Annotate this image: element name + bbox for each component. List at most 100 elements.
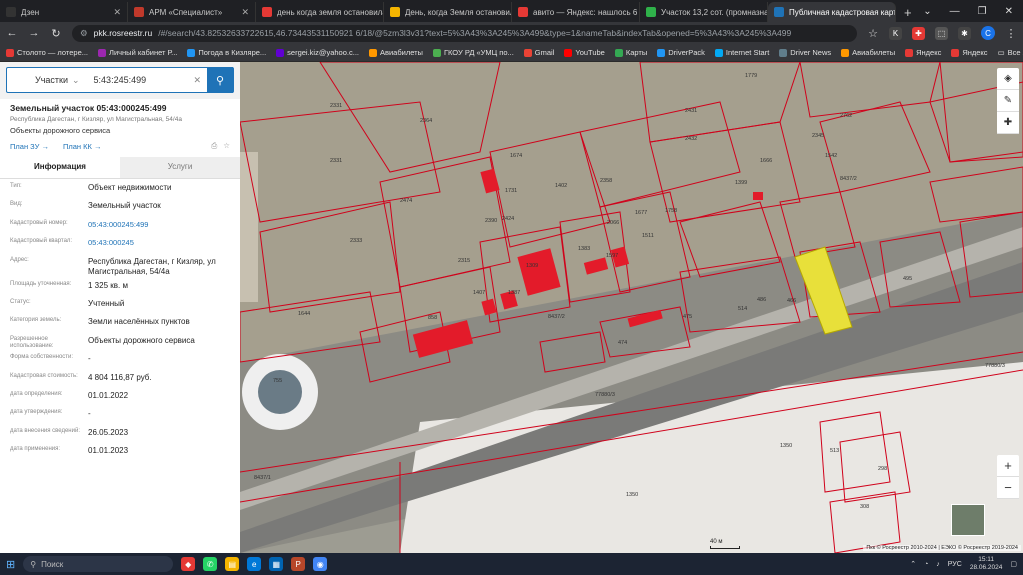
close-icon[interactable]: ✕ [1005,6,1013,17]
layers-icon[interactable]: ◈ [997,68,1019,90]
bookmark-item[interactable]: sergei.kiz@yahoo.c... [276,48,359,57]
parcel-number-label: 2364 [420,118,432,124]
extension-icon[interactable]: ⬚ [935,26,948,40]
bookmark-item[interactable]: Авиабилеты [368,48,423,57]
bookmarks-bar: Столото — лотере... Личный кабинет Р... По… [0,44,1023,62]
bookmark-item[interactable]: Личный кабинет Р... [98,48,177,57]
browser-tab[interactable]: авито — Яндекс: нашлось 6 тыс.✕ [512,2,640,22]
ruler-icon[interactable]: ✎ [997,90,1019,112]
bookmark-item[interactable]: Driver News [779,48,831,57]
property-value-link[interactable]: 05:43:000245 [88,238,228,248]
parcel-number-label: 514 [738,306,747,312]
browser-tab[interactable]: Публичная кадастровая карта✕ [768,2,896,22]
chevron-up-icon[interactable]: ⌃ [910,560,916,568]
bookmark-item[interactable]: Авиабилеты [841,48,895,57]
minimize-icon[interactable]: — [950,6,960,17]
bookmark-favicon-icon [951,48,960,57]
clock[interactable]: 15:11 28.06.2024 [970,556,1003,572]
search-icon: ⚲ [30,559,37,569]
bookmark-label: Driver News [790,48,832,57]
bookmark-item[interactable]: Погода в Кизляре... [187,48,266,57]
reload-icon[interactable]: ↻ [50,27,62,40]
chrome-icon[interactable]: ◉ [313,557,328,571]
new-tab-button[interactable]: + [896,2,920,22]
tab-services[interactable]: Услуги [120,157,240,178]
whatsapp-icon[interactable]: ✆ [203,557,218,571]
property-value-link[interactable]: 05:43:000245:499 [88,220,228,230]
menu-icon[interactable]: ⋮ [1005,27,1017,40]
tab-favicon-icon [262,7,272,17]
property-value: 4 804 116,87 руб. [88,372,152,382]
browser-tab[interactable]: Участок 13,2 сот. (промназнач.)✕ [640,2,768,22]
map-toolbar: ◈ ✎ ✚ [997,68,1019,134]
bookmark-label: Gmail [534,48,555,57]
search-button[interactable]: ⚲ [207,67,233,93]
zoom-in-button[interactable]: + [997,455,1019,477]
folder-icon[interactable]: ▤ [225,557,240,571]
extensions-puzzle-icon[interactable]: ✱ [958,26,971,40]
print-icon[interactable]: ⎙ [211,141,217,151]
bookmark-item[interactable]: Internet Start [714,48,769,57]
zoom-out-button[interactable]: − [997,477,1019,499]
tab-close-icon[interactable]: ✕ [241,7,249,18]
bookmark-item[interactable]: Карты [614,48,647,57]
tab-information[interactable]: Информация [0,157,120,178]
bookmark-favicon-icon [187,48,196,57]
property-value: 1 325 кв. м [88,280,128,290]
tab-title: Участок 13,2 сот. (промназнач.) [661,7,768,17]
extension-icon[interactable]: K [889,26,902,40]
browser-tab[interactable]: АРМ «Специалист» ✕ [128,2,256,22]
parcel-number-label: 1407 [473,290,485,296]
language-indicator[interactable]: РУС [948,561,962,568]
bookmark-item[interactable]: Столото — лотере... [6,48,88,57]
url-bar[interactable]: ⚙ pkk.rosreestr.ru /#/search/43.82532633… [72,24,857,42]
search-type-select[interactable]: Участки ⌄ [7,75,88,86]
map-canvas[interactable]: 2331 2364 2331 2474 2333 1674 1731 2424 2390 1402… [240,62,1023,553]
bookmark-item[interactable]: Яндекс [951,48,988,57]
plan-kk-link[interactable]: План КК → [63,142,102,151]
volume-icon[interactable]: ♪ [936,561,940,568]
bookmark-item[interactable]: YouTube [564,48,605,57]
app-icon[interactable]: P [291,557,306,571]
browser-tab[interactable]: день когда земля остановилась✕ [256,2,384,22]
bookmark-item[interactable]: ГКОУ РД «УМЦ по... [432,48,514,57]
edge-icon[interactable]: e [247,557,262,571]
parcel-number-label: 2315 [458,258,470,264]
bookmark-item[interactable]: Gmail [523,48,555,57]
clear-icon[interactable]: ✕ [187,75,207,86]
app-icon[interactable]: ◆ [181,557,196,571]
taskbar-search[interactable]: ⚲ Поиск [23,556,174,572]
crosshair-icon[interactable]: ✚ [997,112,1019,134]
cadastral-map[interactable]: 2331 2364 2331 2474 2333 1674 1731 2424 2390 1402… [240,62,1023,553]
window-controls: ⌄ — ❐ ✕ [923,0,1023,22]
profile-avatar[interactable]: C [981,26,995,40]
browser-tab[interactable]: День, когда Земля остановилась✕ [384,2,512,22]
basemap-switcher[interactable] [951,504,985,536]
bookmark-item[interactable]: Яндекс [905,48,941,57]
bookmark-item[interactable]: DriverPack [657,48,705,57]
network-icon[interactable]: ◔ [924,561,928,568]
site-info-icon[interactable]: ⚙ [80,28,88,39]
chevron-down-icon: ⌄ [72,74,80,85]
parcel-number-label: 475 [683,314,692,320]
tab-close-icon[interactable]: ✕ [113,7,121,18]
maximize-icon[interactable]: ❐ [978,6,987,17]
all-bookmarks-button[interactable]: ▭ Все закладки [998,48,1023,57]
extension-icon[interactable]: ✚ [912,26,925,40]
favorite-star-icon[interactable]: ☆ [223,141,230,151]
bookmark-favicon-icon [564,48,573,57]
notifications-icon[interactable]: ▢ [1010,560,1017,568]
search-input[interactable]: 5:43:245:499 [88,75,188,85]
windows-start-icon[interactable]: ⊞ [6,558,15,571]
browser-tab[interactable]: Дзен ✕ [0,2,128,22]
parcel-number-label: 1597 [606,253,618,259]
back-icon[interactable]: ← [6,27,18,39]
tab-list: Дзен ✕ АРМ «Специалист» ✕ день когда земля о… [0,2,896,22]
plan-zu-link[interactable]: План ЗУ → [10,142,49,151]
forward-icon[interactable]: → [28,27,40,39]
parcel-number-label: 1674 [510,153,522,159]
chevron-down-icon[interactable]: ⌄ [923,6,931,17]
store-icon[interactable]: ▦ [269,557,284,571]
bookmark-favicon-icon [368,48,377,57]
bookmark-star-icon[interactable]: ☆ [867,27,879,40]
